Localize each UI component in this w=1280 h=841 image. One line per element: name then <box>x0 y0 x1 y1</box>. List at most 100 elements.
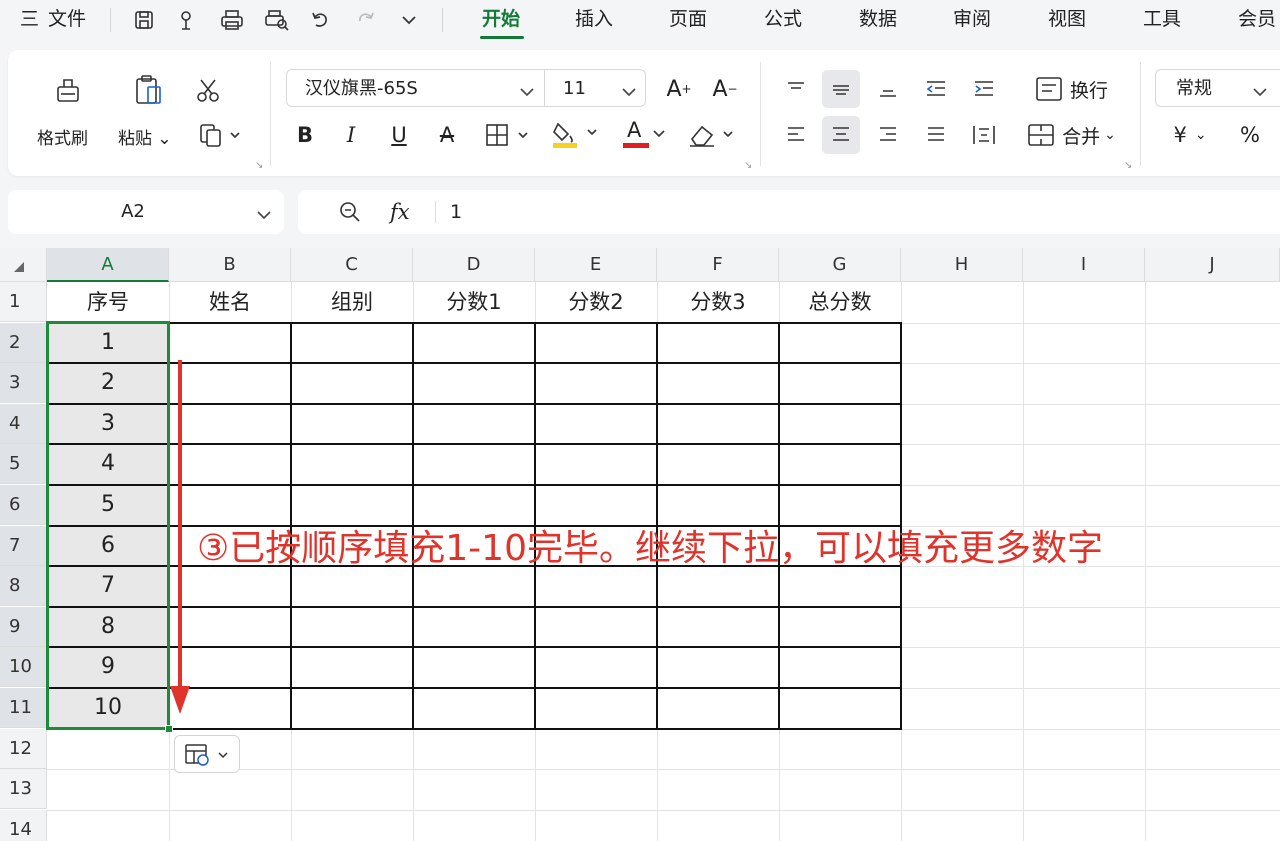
number-format-dropdown[interactable]: 常规 <box>1155 69 1280 107</box>
column-header-j[interactable]: J <box>1145 248 1280 282</box>
row-header-9[interactable]: 9 <box>0 607 47 647</box>
cut-icon[interactable] <box>188 72 228 108</box>
tab-insert[interactable]: 插入 <box>575 0 613 40</box>
share-icon[interactable] <box>174 6 202 34</box>
paste-icon[interactable] <box>128 72 168 108</box>
table-header-cell[interactable]: 分数3 <box>657 282 779 323</box>
tab-member[interactable]: 会员 <box>1238 0 1276 40</box>
align-bottom-icon[interactable] <box>870 70 906 108</box>
auto-fill-options-button[interactable] <box>174 735 240 773</box>
row-header-2[interactable]: 2 <box>0 323 47 363</box>
underline-button[interactable]: U <box>384 118 414 152</box>
column-header-d[interactable]: D <box>413 248 535 282</box>
font-group-launcher-icon[interactable]: ↘ <box>744 160 752 171</box>
row-header-4[interactable]: 4 <box>0 404 47 444</box>
print-preview-icon[interactable] <box>263 6 291 34</box>
column-header-a[interactable]: A <box>47 248 169 282</box>
clear-format-icon[interactable] <box>684 118 740 152</box>
row-header-7[interactable]: 7 <box>0 526 47 566</box>
grow-font-button[interactable]: A + <box>662 72 696 106</box>
row-header-14[interactable]: 14 <box>0 810 47 841</box>
tab-formula[interactable]: 公式 <box>764 0 802 40</box>
strikethrough-button[interactable]: A <box>432 118 462 152</box>
align-left-icon[interactable] <box>778 116 814 154</box>
table-header-cell[interactable]: 序号 <box>47 282 169 323</box>
column-header-c[interactable]: C <box>291 248 413 282</box>
fill-color-icon[interactable] <box>548 116 604 152</box>
decrease-indent-icon[interactable] <box>918 70 954 108</box>
row-header-10[interactable]: 10 <box>0 647 47 687</box>
active-tab-indicator <box>480 36 524 39</box>
chevron-down-icon: ⌄ <box>1194 127 1207 143</box>
font-color-button[interactable]: A <box>616 116 672 152</box>
row-header-12[interactable]: 12 <box>0 729 47 769</box>
table-header-cell[interactable]: 分数1 <box>413 282 535 323</box>
tab-home[interactable]: 开始 <box>482 0 520 40</box>
column-header-h[interactable]: H <box>901 248 1023 282</box>
font-size-value: 11 <box>563 78 586 99</box>
currency-format-button[interactable]: ¥ ⌄ <box>1160 118 1220 152</box>
gridline-vertical <box>1145 282 1146 841</box>
hamburger-menu-icon[interactable]: 三 <box>20 0 39 40</box>
distributed-align-icon[interactable] <box>966 116 1002 154</box>
chevron-down-icon <box>621 83 637 102</box>
clipboard-group-launcher-icon[interactable]: ↘ <box>255 160 263 171</box>
align-middle-icon[interactable] <box>822 70 860 108</box>
justify-icon[interactable] <box>918 116 954 154</box>
fill-handle[interactable] <box>165 725 173 733</box>
table-header-cell[interactable]: 分数2 <box>535 282 657 323</box>
column-header-g[interactable]: G <box>779 248 901 282</box>
paste-label[interactable]: 粘贴 ⌄ <box>118 124 172 149</box>
row-header-6[interactable]: 6 <box>0 485 47 525</box>
table-header-cell[interactable]: 姓名 <box>169 282 291 323</box>
quick-access-dropdown-icon[interactable] <box>395 6 423 34</box>
alignment-group-launcher-icon[interactable]: ↘ <box>1124 160 1132 171</box>
merge-cells-button[interactable]: 合并 ⌄ <box>1016 116 1126 154</box>
italic-button[interactable]: I <box>336 118 366 152</box>
row-header-5[interactable]: 5 <box>0 444 47 484</box>
format-painter-label[interactable]: 格式刷 <box>37 124 88 149</box>
save-icon[interactable] <box>130 6 158 34</box>
tab-view[interactable]: 视图 <box>1048 0 1086 40</box>
increase-indent-icon[interactable] <box>966 70 1002 108</box>
print-icon[interactable] <box>218 6 246 34</box>
align-right-icon[interactable] <box>870 116 906 154</box>
align-center-icon[interactable] <box>822 116 860 154</box>
column-header-e[interactable]: E <box>535 248 657 282</box>
zoom-search-icon[interactable] <box>338 200 362 228</box>
row-header-8[interactable]: 8 <box>0 566 47 606</box>
wrap-text-button[interactable]: 换行 <box>1016 70 1126 108</box>
shrink-font-button[interactable]: A − <box>708 72 742 106</box>
percent-format-button[interactable]: % <box>1232 118 1268 152</box>
ribbon-panel <box>8 50 1280 176</box>
bold-button[interactable]: B <box>290 118 320 152</box>
tab-review[interactable]: 审阅 <box>953 0 991 40</box>
chevron-down-icon <box>1252 83 1268 102</box>
menu-bar: 三 文件 开始 插入 页面 公式 数据 审阅 视图 工具 会员 <box>0 0 1280 40</box>
row-header-11[interactable]: 11 <box>0 688 47 728</box>
font-selector[interactable]: 汉仪旗黑-65S 11 <box>286 69 646 107</box>
redo-icon[interactable] <box>352 6 380 34</box>
column-header-i[interactable]: I <box>1023 248 1145 282</box>
format-painter-icon[interactable] <box>48 72 88 108</box>
formula-input[interactable]: 1 <box>450 190 462 234</box>
tab-tools[interactable]: 工具 <box>1143 0 1181 40</box>
column-header-b[interactable]: B <box>169 248 291 282</box>
undo-icon[interactable] <box>306 6 334 34</box>
file-menu[interactable]: 文件 <box>48 0 86 40</box>
borders-icon[interactable] <box>480 118 536 152</box>
select-all-corner[interactable] <box>0 248 47 282</box>
number-format-value: 常规 <box>1176 78 1212 99</box>
align-top-icon[interactable] <box>778 70 814 108</box>
row-header-3[interactable]: 3 <box>0 363 47 403</box>
row-header-13[interactable]: 13 <box>0 769 47 809</box>
insert-function-button[interactable]: fx <box>390 190 410 234</box>
name-box[interactable]: A2 <box>8 190 284 234</box>
row-header-1[interactable]: 1 <box>0 282 47 322</box>
copy-icon[interactable] <box>194 118 248 152</box>
tab-page[interactable]: 页面 <box>669 0 707 40</box>
column-header-f[interactable]: F <box>657 248 779 282</box>
tab-data[interactable]: 数据 <box>859 0 897 40</box>
table-header-cell[interactable]: 总分数 <box>779 282 901 323</box>
table-header-cell[interactable]: 组别 <box>291 282 413 323</box>
